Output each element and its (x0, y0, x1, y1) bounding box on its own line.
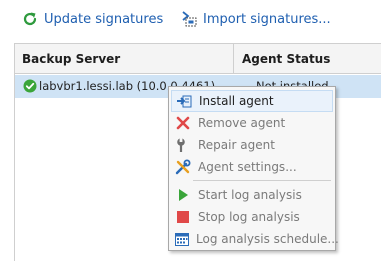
import-signatures-button[interactable]: Import signatures... (179, 8, 331, 30)
toolbar: Update signatures Import signatures... (0, 0, 381, 40)
calendar-icon (174, 230, 190, 248)
refresh-icon (20, 9, 40, 29)
check-circle-icon (23, 79, 37, 93)
tools-icon (174, 158, 192, 176)
column-header-backup-server[interactable]: Backup Server (15, 44, 234, 74)
stop-icon (174, 208, 192, 226)
menu-item-label: Repair agent (198, 138, 275, 152)
column-header-agent-status[interactable]: Agent Status (234, 44, 381, 74)
import-signatures-label: Import signatures... (203, 11, 331, 27)
update-signatures-button[interactable]: Update signatures (20, 8, 163, 30)
context-menu: Install agent Remove agent Repair agent (168, 86, 339, 251)
menu-item-log-analysis-schedule[interactable]: Log analysis schedule... (171, 228, 339, 250)
install-agent-icon (175, 92, 193, 110)
import-icon (179, 9, 199, 29)
menu-item-label: Log analysis schedule... (196, 232, 339, 246)
menu-item-label: Start log analysis (198, 188, 302, 202)
grid-header: Backup Server Agent Status (15, 44, 381, 74)
menu-separator (193, 180, 331, 181)
menu-item-label: Install agent (199, 94, 274, 108)
menu-item-label: Remove agent (198, 116, 286, 130)
menu-item-install-agent[interactable]: Install agent (171, 90, 333, 112)
remove-x-icon (174, 114, 192, 132)
menu-item-start-log-analysis[interactable]: Start log analysis (171, 184, 333, 206)
wrench-icon (174, 136, 192, 154)
menu-item-stop-log-analysis[interactable]: Stop log analysis (171, 206, 333, 228)
play-icon (174, 186, 192, 204)
menu-item-label: Stop log analysis (198, 210, 300, 224)
menu-item-agent-settings[interactable]: Agent settings... (171, 156, 333, 178)
update-signatures-label: Update signatures (44, 11, 164, 27)
menu-item-label: Agent settings... (198, 160, 297, 174)
menu-item-remove-agent[interactable]: Remove agent (171, 112, 333, 134)
menu-item-repair-agent[interactable]: Repair agent (171, 134, 333, 156)
